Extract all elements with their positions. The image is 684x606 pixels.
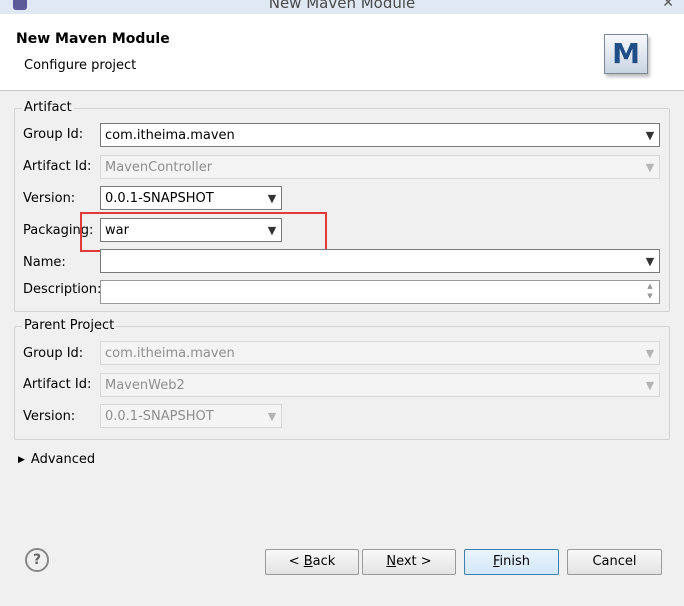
back-button-prefix: < — [288, 554, 304, 569]
parent-version-label: Version: — [23, 409, 76, 424]
name-label: Name: — [23, 255, 66, 270]
artifact-id-value: MavenController — [105, 160, 213, 175]
scroll-arrows-icon[interactable]: ▲ ▼ — [643, 281, 657, 303]
parent-group-id-combo: com.itheima.maven ▼ — [100, 341, 660, 365]
chevron-down-icon: ▼ — [645, 160, 655, 174]
parent-project-legend: Parent Project — [22, 318, 117, 333]
chevron-down-icon: ▼ — [645, 378, 655, 392]
version-combo[interactable]: 0.0.1-SNAPSHOT ▼ — [100, 186, 282, 210]
parent-version-combo: 0.0.1-SNAPSHOT ▼ — [100, 404, 282, 428]
version-label: Version: — [23, 191, 76, 206]
parent-artifact-id-label: Artifact Id: — [23, 377, 92, 392]
chevron-down-icon: ▼ — [267, 409, 277, 423]
help-icon[interactable]: ? — [25, 548, 49, 572]
back-button-mnemonic: B — [303, 554, 313, 569]
version-value: 0.0.1-SNAPSHOT — [105, 191, 214, 206]
maven-logo-icon: M — [604, 34, 648, 74]
back-button-label: ack — [312, 554, 336, 569]
description-textarea[interactable]: ▲ ▼ — [100, 280, 660, 304]
cancel-button[interactable]: Cancel — [567, 549, 662, 575]
parent-artifact-id-value: MavenWeb2 — [105, 378, 185, 393]
chevron-down-icon: ▼ — [645, 346, 655, 360]
cancel-button-label: Cancel — [592, 554, 637, 569]
group-id-label: Group Id: — [23, 127, 84, 142]
page-title: New Maven Module — [16, 31, 170, 47]
name-combo[interactable]: ▼ — [100, 249, 660, 273]
expand-triangle-icon[interactable]: ▶ — [18, 455, 25, 465]
chevron-down-icon[interactable]: ▼ — [263, 187, 281, 209]
group-id-combo[interactable]: com.itheima.maven ▼ — [100, 123, 660, 147]
advanced-toggle[interactable]: ▶ Advanced — [18, 452, 95, 467]
group-id-value: com.itheima.maven — [105, 128, 235, 143]
page-subtitle: Configure project — [24, 58, 137, 73]
artifact-id-label: Artifact Id: — [23, 159, 92, 174]
close-icon[interactable]: ✕ — [662, 0, 674, 11]
parent-version-value: 0.0.1-SNAPSHOT — [105, 409, 214, 424]
advanced-label: Advanced — [30, 452, 96, 467]
packaging-highlight — [80, 212, 327, 252]
chevron-down-icon[interactable]: ▼ — [641, 124, 659, 146]
back-button[interactable]: < Back — [265, 549, 359, 575]
finish-button-label: inish — [499, 554, 531, 569]
parent-group-id-label: Group Id: — [23, 346, 84, 361]
parent-artifact-id-combo: MavenWeb2 ▼ — [100, 373, 660, 397]
artifact-id-combo: MavenController ▼ — [100, 155, 660, 179]
parent-group-id-value: com.itheima.maven — [105, 346, 235, 361]
next-button-mnemonic: N — [386, 554, 397, 569]
finish-button[interactable]: Finish — [464, 549, 559, 575]
description-label: Description: — [23, 282, 102, 297]
window-title: New Maven Module — [268, 0, 416, 12]
chevron-down-icon[interactable]: ▼ — [641, 250, 659, 272]
wizard-header: New Maven Module Configure project M — [0, 14, 684, 91]
maven-logo-letter: M — [612, 37, 640, 70]
artifact-legend: Artifact — [22, 100, 74, 115]
title-bar: New Maven Module ✕ — [0, 0, 684, 14]
next-button-label: ext > — [396, 554, 432, 569]
next-button[interactable]: Next > — [362, 549, 456, 575]
